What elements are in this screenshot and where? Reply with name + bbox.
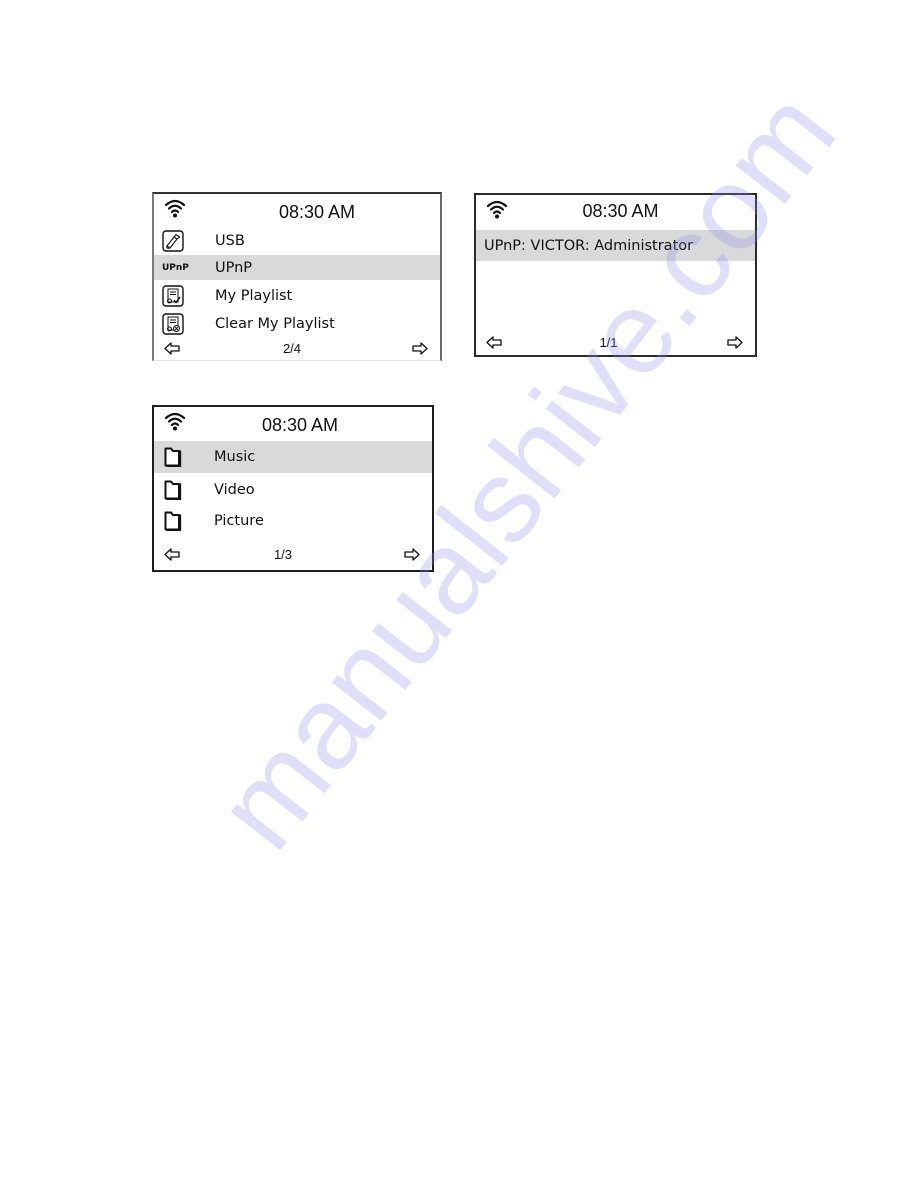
status-bar: 08:30 AM — [154, 407, 432, 439]
arrow-right-icon[interactable] — [727, 336, 743, 349]
server-item[interactable]: UPnP: VICTOR: Administrator — [476, 230, 755, 261]
menu-item-label: UPnP — [215, 259, 253, 276]
footer-nav: 1/3 — [154, 547, 432, 565]
arrow-right-icon[interactable] — [404, 548, 420, 561]
clock: 08:30 AM — [278, 202, 356, 222]
clock: 08:30 AM — [261, 415, 339, 435]
upnp-server-screen: 08:30 AM UPnP: VICTOR: Administrator 1/1 — [474, 193, 757, 357]
folder-item-video[interactable]: Video — [154, 474, 432, 506]
clock: 08:30 AM — [582, 201, 659, 221]
menu-item-my-playlist[interactable]: My Playlist — [154, 283, 440, 308]
menu-item-upnp[interactable]: UPnP UPnP — [154, 255, 440, 280]
status-bar: 08:30 AM — [154, 194, 440, 226]
folder-icon — [164, 511, 182, 531]
folder-icon — [164, 480, 182, 500]
status-bar: 08:30 AM — [476, 195, 755, 227]
page-indicator: 1/3 — [273, 547, 293, 562]
upnp-badge-icon: UPnP — [162, 262, 189, 273]
arrow-right-icon[interactable] — [412, 342, 428, 355]
folder-item-label: Video — [214, 482, 255, 498]
menu-item-label: USB — [215, 232, 245, 249]
folder-icon — [164, 447, 182, 467]
menu-item-clear-my-playlist[interactable]: Clear My Playlist — [154, 311, 440, 336]
footer-nav: 1/1 — [476, 335, 755, 353]
folder-item-picture[interactable]: Picture — [154, 505, 432, 537]
usb-icon — [162, 230, 184, 252]
page-indicator: 1/1 — [599, 335, 618, 350]
media-folders-screen: 08:30 AM Music Video Picture 1/3 — [152, 405, 434, 572]
page-indicator: 2/4 — [282, 341, 302, 356]
playlist-icon — [162, 285, 184, 307]
menu-item-label: Clear My Playlist — [215, 315, 335, 332]
folder-item-music[interactable]: Music — [154, 441, 432, 473]
folder-item-label: Picture — [214, 513, 264, 529]
source-menu-screen: 08:30 AM USB UPnP UPnP My Playlist Clear… — [152, 192, 442, 361]
wifi-icon — [164, 198, 186, 218]
footer-nav: 2/4 — [154, 341, 440, 359]
folder-item-label: Music — [214, 449, 256, 465]
menu-item-label: My Playlist — [215, 287, 293, 304]
clear-playlist-icon — [162, 313, 184, 335]
menu-item-usb[interactable]: USB — [154, 228, 440, 253]
server-item-label: UPnP: VICTOR: Administrator — [484, 237, 694, 254]
